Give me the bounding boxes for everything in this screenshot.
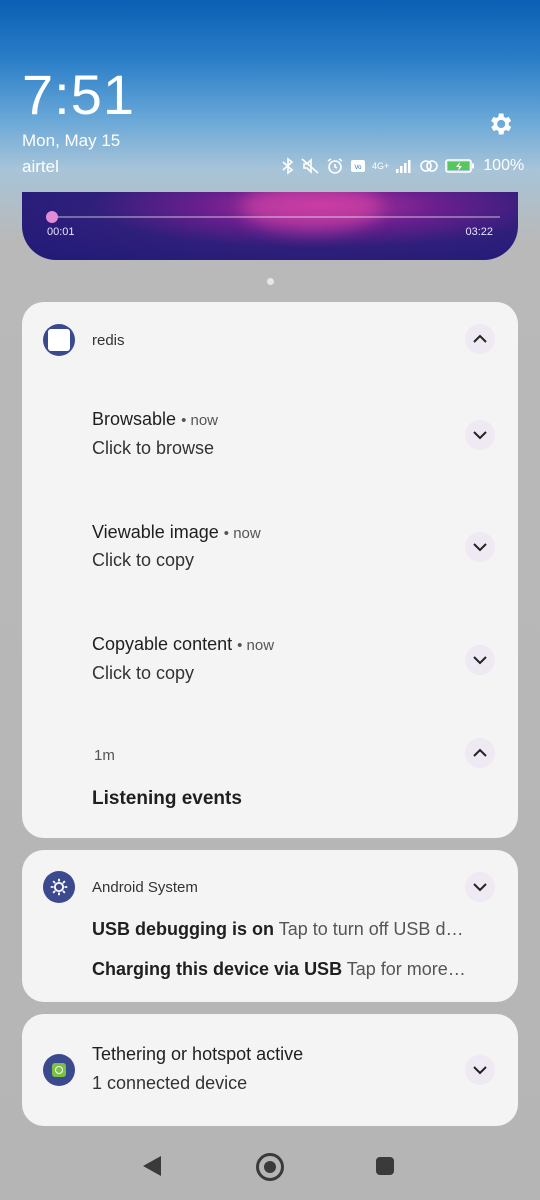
notification-time: now [233,525,261,542]
notification-text[interactable]: Click to browse [92,438,214,459]
carrier-name: airtel [22,157,59,176]
media-player[interactable]: 00:01 03:22 [22,192,518,260]
alarm-icon [327,158,343,174]
recents-icon[interactable] [376,1157,394,1175]
svg-text:Vo: Vo [354,165,362,171]
battery-percent: 100% [483,157,525,174]
charging-usb-line[interactable]: Charging this device via USB Tap for mor… [92,959,502,980]
notification-title[interactable]: Browsable • now [92,409,218,430]
hotspot-app-icon [43,1054,75,1086]
notification-title[interactable]: Tethering or hotspot active [92,1044,303,1065]
signal-icon [396,160,411,173]
media-artwork [242,192,382,232]
redis-app-icon [43,324,75,356]
network-type: 4G+ [372,160,390,171]
hotspot-icon [420,160,439,172]
expand-chevron-down-icon[interactable] [465,872,495,902]
notification-time: now [190,412,219,429]
notification-title[interactable]: Viewable image • now [92,522,261,543]
gear-app-icon [43,871,75,903]
media-elapsed: 00:01 [47,226,75,238]
expand-chevron-down-icon[interactable] [465,645,495,675]
home-icon[interactable] [256,1153,284,1181]
notification-tethering[interactable]: Tethering or hotspot active 1 connected … [22,1014,518,1126]
line-title: Charging this device via USB [92,959,343,979]
notification-time: now [246,637,275,654]
clock-date[interactable]: Mon, May 15 [22,131,120,151]
settings-gear-icon[interactable] [486,110,514,138]
expand-chevron-down-icon[interactable] [465,420,495,450]
media-duration: 03:22 [465,226,493,238]
volte-icon: Vo [351,160,365,172]
collapse-group-chevron-up-icon[interactable] [465,324,495,354]
notification-text[interactable]: Click to copy [92,663,194,684]
notification-group-redis[interactable]: redis Browsable • now Click to browse Vi… [22,302,518,838]
notification-title-text: Viewable image [92,522,219,542]
usb-debugging-line[interactable]: USB debugging is on Tap to turn off USB … [92,919,502,940]
line-text: Tap for more… [346,959,466,979]
status-bar-icons: Vo 4G+ 100% [282,154,524,178]
notification-title[interactable]: Listening events [92,788,242,810]
line-title: USB debugging is on [92,919,274,939]
back-icon[interactable] [143,1156,161,1176]
expand-chevron-down-icon[interactable] [465,1055,495,1085]
notification-title[interactable]: Copyable content • now [92,634,274,655]
bluetooth-icon [282,157,294,175]
collapse-chevron-up-icon[interactable] [465,738,495,768]
notification-text[interactable]: Click to copy [92,550,194,571]
app-name: redis [92,332,125,349]
expand-chevron-down-icon[interactable] [465,532,495,562]
notification-title-text: Copyable content [92,634,233,654]
battery-charging-icon [445,159,475,173]
notification-title-text: Browsable [92,409,177,429]
media-progress-track[interactable] [52,216,500,218]
notification-group-android-system[interactable]: Android System USB debugging is on Tap t… [22,850,518,1002]
line-text: Tap to turn off USB d… [278,919,464,939]
media-seek-knob[interactable] [46,211,58,223]
navigation-bar [0,1140,540,1190]
page-indicator-dot [267,278,274,285]
app-name: Android System [92,879,198,896]
notification-time: 1m [94,747,115,764]
clock-time[interactable]: 7:51 [22,62,135,127]
mute-icon [301,158,319,174]
notification-text[interactable]: 1 connected device [92,1073,247,1094]
